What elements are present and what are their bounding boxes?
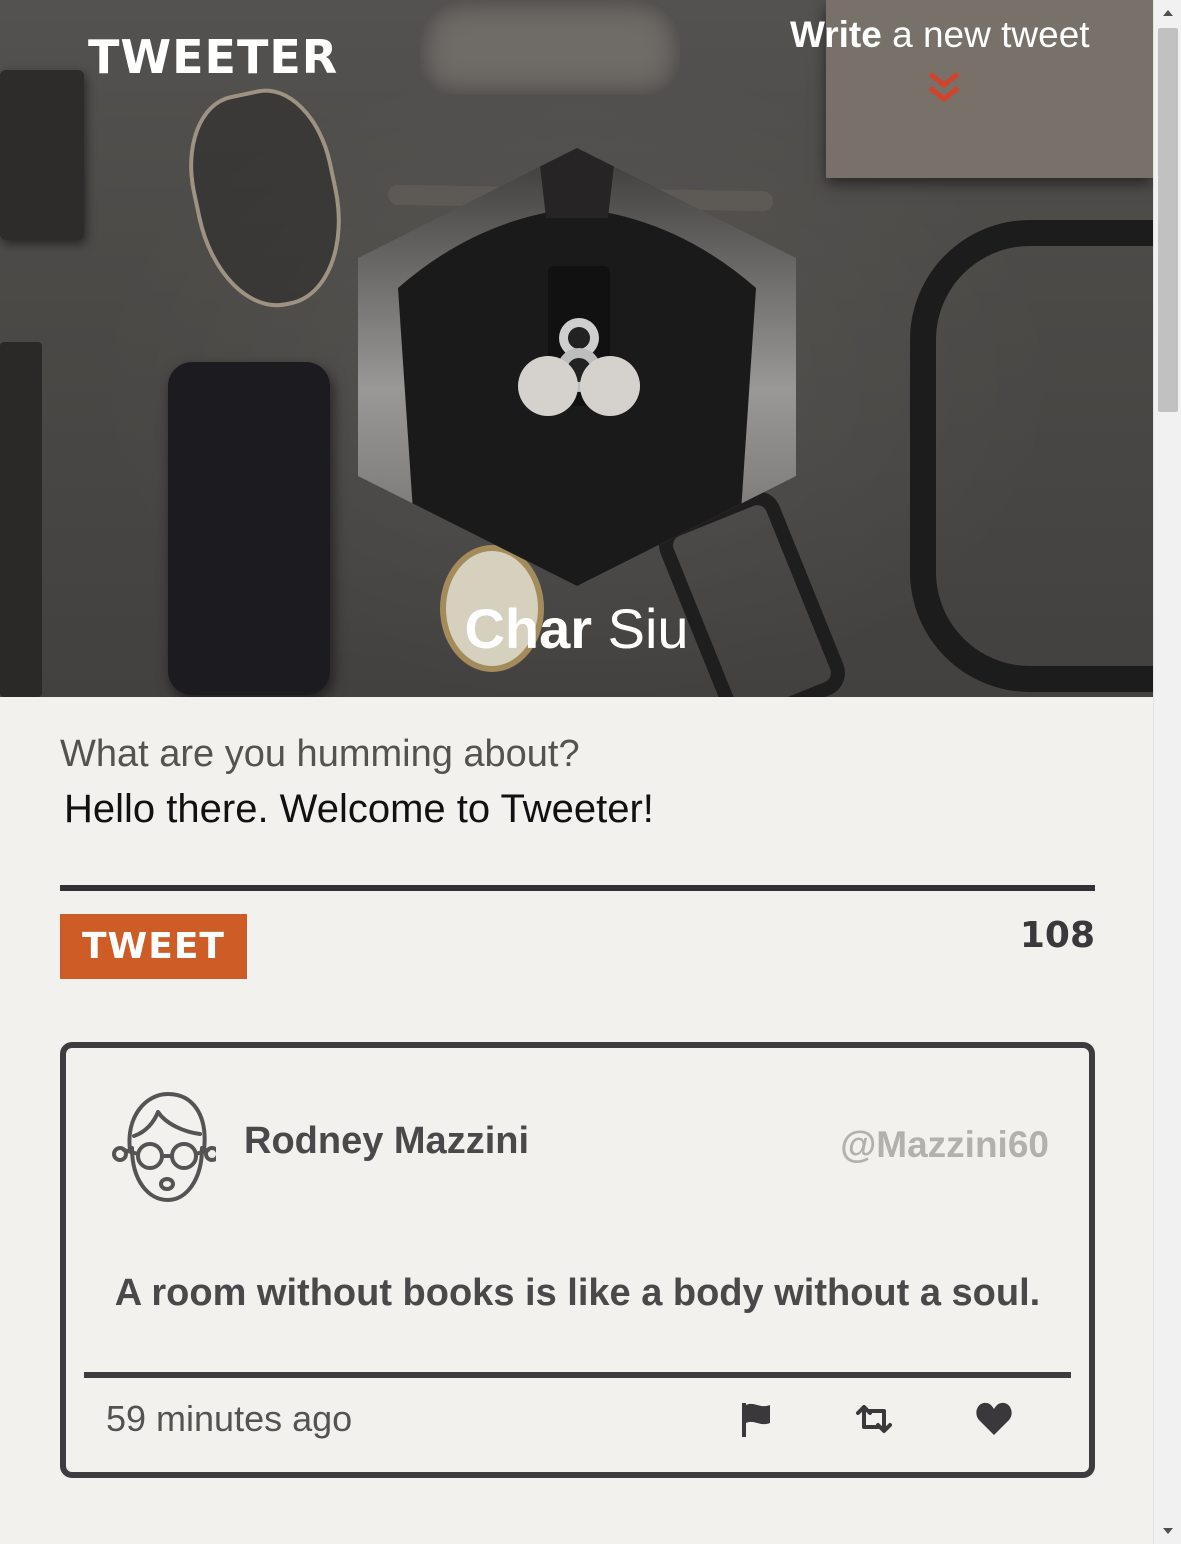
tweet-author-name: Rodney Mazzini	[244, 1120, 530, 1162]
background-photo-wallet	[0, 70, 84, 240]
profile-first-name: Char	[464, 597, 593, 660]
tweet-button[interactable]: TWEET	[60, 914, 247, 979]
heart-icon[interactable]	[974, 1399, 1014, 1439]
tweet-divider	[84, 1372, 1071, 1378]
background-photo-sunglasses	[173, 77, 360, 321]
retweet-icon[interactable]	[854, 1399, 894, 1439]
write-link-light: a new tweet	[881, 14, 1090, 55]
profile-avatar	[358, 148, 796, 586]
profile-header: TWEETER Write a new tweet Char Siu	[0, 0, 1153, 697]
flag-icon[interactable]	[736, 1399, 776, 1439]
scroll-up-arrow-icon[interactable]	[1154, 0, 1181, 26]
tweet-text: A room without books is like a body with…	[114, 1272, 1041, 1314]
background-photo-bowtie	[420, 0, 680, 95]
write-link-strong: Write	[790, 14, 882, 55]
character-counter: 108	[1019, 915, 1095, 956]
write-new-tweet-link[interactable]: Write a new tweet	[790, 14, 1090, 56]
profile-last-name: Siu	[592, 597, 689, 660]
vertical-scrollbar[interactable]	[1153, 0, 1181, 1544]
scrollbar-thumb[interactable]	[1158, 28, 1178, 412]
tweet-card: Rodney Mazzini @Mazzini60 A room without…	[60, 1042, 1095, 1478]
compose-label: What are you humming about?	[60, 733, 580, 775]
compose-divider	[60, 885, 1095, 891]
brand-logo[interactable]: TWEETER	[88, 30, 338, 84]
tweet-author-handle: @Mazzini60	[840, 1124, 1049, 1165]
compose-input[interactable]: Hello there. Welcome to Tweeter!	[60, 778, 1095, 868]
page: TWEETER Write a new tweet Char Siu What …	[0, 0, 1153, 1544]
double-chevron-down-icon[interactable]	[926, 70, 962, 106]
scroll-down-arrow-icon[interactable]	[1154, 1518, 1181, 1544]
profile-name: Char Siu	[0, 596, 1153, 661]
tweet-timestamp: 59 minutes ago	[106, 1398, 353, 1439]
user-avatar-icon	[112, 1092, 216, 1202]
